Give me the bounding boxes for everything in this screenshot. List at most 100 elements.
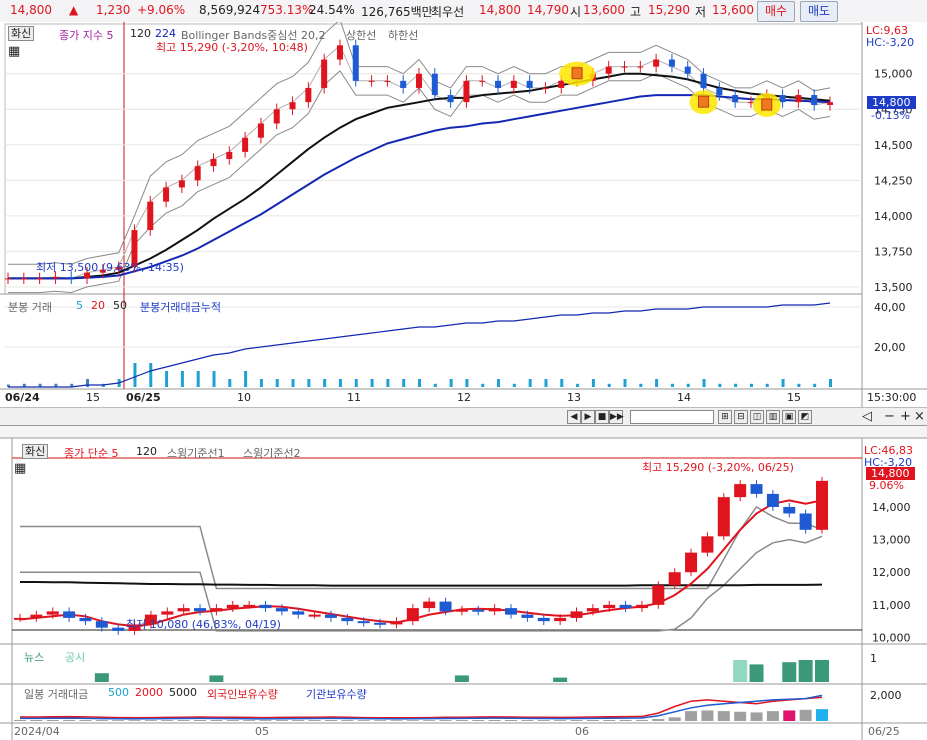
legend-lower-band: 하한선 — [388, 29, 419, 42]
news-bar — [94, 673, 109, 682]
daily-value-bar — [275, 720, 288, 721]
change-percent: +9.06% — [137, 3, 186, 17]
volume-bar — [370, 379, 374, 387]
change-arrow: ▲ — [69, 3, 79, 17]
daily-value-bar — [243, 720, 256, 721]
volume-bar — [765, 383, 769, 387]
volume-bar — [481, 383, 485, 387]
intraday-x-axis: 06/24 15 06/25 10 11 12 13 14 15 15:30:0… — [0, 390, 927, 406]
daily-candle-body — [194, 608, 207, 612]
current-price-marker: 14,800 — [867, 96, 916, 109]
open-label: 시 — [570, 5, 582, 19]
volume-bar — [386, 379, 390, 387]
daily-candle-body — [14, 617, 26, 620]
volume-bar — [813, 383, 817, 387]
x-label-06: 06 — [575, 725, 589, 738]
volume-bar — [244, 371, 248, 387]
daily-value-bar — [816, 709, 828, 721]
daily-candle-body — [226, 604, 239, 609]
foreign-holdings-legend: 외국인보유수량 — [207, 688, 278, 701]
daily-candle-body — [30, 614, 43, 618]
volume-bar — [497, 379, 501, 387]
candle-body — [716, 87, 723, 96]
daily-candle-body — [521, 614, 534, 618]
grid-icon[interactable]: ▦ — [8, 44, 20, 59]
volume-legend-label: 분봉 거래 — [8, 301, 52, 314]
candle-body — [384, 80, 391, 82]
chart-type-button[interactable]: 화신 — [8, 26, 35, 41]
fast-forward-icon[interactable]: ▶▶ — [609, 410, 624, 424]
turnover: 24.54% — [309, 3, 355, 17]
split-icon[interactable]: ▥ — [766, 410, 780, 424]
volume-bar — [465, 379, 469, 387]
daily-candle-body — [439, 601, 452, 612]
volume-tick-label: 40,00 — [874, 301, 906, 314]
intraday-chart: 15,00014,75014,50014,25014,00013,75013,5… — [0, 22, 927, 410]
daily-value-bar — [439, 720, 452, 721]
config-icon[interactable]: ▣ — [782, 410, 796, 424]
institution-holdings-legend: 기관보유수량 — [306, 688, 367, 701]
candle-body — [668, 59, 675, 67]
daily-y-tick-label: 14,000 — [872, 501, 911, 514]
daily-value-bar — [406, 720, 419, 721]
scroll-start-icon[interactable]: ◁ — [862, 409, 872, 424]
volume-bar — [275, 379, 279, 387]
daily-candle-body — [292, 611, 305, 615]
candle-body — [558, 80, 565, 88]
daily-candle-body — [783, 506, 796, 514]
volume-bar — [149, 363, 153, 387]
play-icon[interactable]: ▶ — [581, 410, 595, 424]
daily-high-annotation: 최고 15,290 (-3,20%, 06/25) — [642, 461, 794, 474]
candle-body — [700, 73, 707, 88]
candle-body — [352, 45, 359, 81]
chart-scroll-bar: ◀ ▶ ■ ▶▶ ⊞ ⊟ ◫ ▥ ▣ ◩ ◁ − + × — [0, 407, 927, 426]
daily-candle-body — [275, 608, 288, 612]
daily-candle-body — [750, 484, 763, 494]
volume-bar — [607, 383, 611, 387]
daily-value-bar — [423, 720, 436, 721]
daily-value-bar — [390, 720, 403, 721]
daily-candle-body — [701, 536, 714, 553]
daily-value-bar — [128, 720, 141, 721]
news-legend: 뉴스 — [24, 651, 45, 664]
x-label-15b: 15 — [787, 391, 801, 404]
zoom-slider[interactable] — [630, 410, 714, 424]
daily-value-bar — [374, 720, 387, 721]
volume-bar — [307, 379, 311, 387]
daily-candle-body — [505, 608, 518, 615]
volume-bar — [829, 379, 832, 387]
candle-body — [194, 166, 201, 181]
volume-bar — [576, 383, 580, 387]
stop-icon[interactable]: ■ — [595, 410, 609, 424]
news-bar — [733, 660, 748, 682]
volume-bar — [291, 379, 295, 387]
daily-value-bar — [357, 720, 370, 721]
zoom-in-icon[interactable]: ⊞ — [718, 410, 732, 424]
chart-icon[interactable]: ◩ — [798, 410, 812, 424]
candle-body — [36, 278, 43, 280]
scroll-left-icon[interactable]: ◀ — [567, 410, 581, 424]
x-label-0624: 06/24 — [5, 391, 40, 404]
daily-value-bar — [635, 719, 648, 721]
volume-bar — [670, 383, 674, 387]
zoom-out-icon[interactable]: ⊟ — [734, 410, 748, 424]
buy-button[interactable]: 매수 — [757, 1, 795, 22]
sell-button[interactable]: 매도 — [800, 1, 838, 22]
daily-candle-body — [668, 572, 681, 586]
daily-candle-body — [406, 608, 419, 622]
news-axis-tick: 1 — [870, 652, 877, 665]
daily-value-bar — [505, 720, 518, 721]
daily-candle-body — [423, 601, 436, 609]
volume-cumulative-legend: 분봉거래대금누적 — [140, 301, 221, 314]
daily-chart-type-button[interactable]: 화신 — [22, 444, 49, 459]
fit-icon[interactable]: ◫ — [750, 410, 764, 424]
close-icon[interactable]: × — [914, 409, 925, 424]
minus-icon[interactable]: − — [884, 409, 895, 424]
daily-grid-icon[interactable]: ▦ — [14, 461, 26, 476]
daily-candle-body — [210, 608, 223, 612]
candle-body — [178, 180, 185, 188]
daily-value-bar — [112, 720, 125, 721]
news-bar — [798, 660, 813, 682]
plus-icon[interactable]: + — [900, 409, 911, 424]
news-bar — [815, 660, 829, 682]
